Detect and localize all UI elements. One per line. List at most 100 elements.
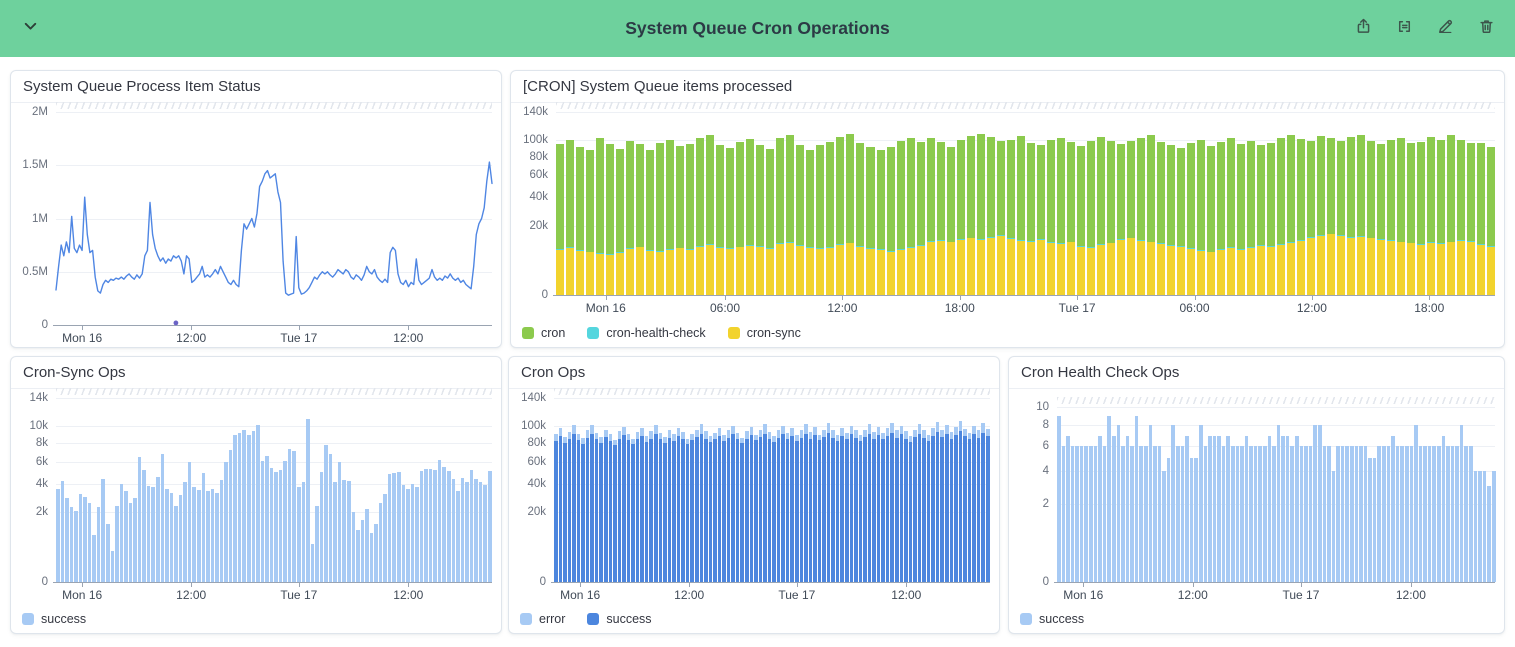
bar[interactable] (1057, 112, 1065, 295)
bar[interactable] (1199, 407, 1203, 582)
bar[interactable] (1377, 407, 1381, 582)
bar[interactable] (616, 112, 624, 295)
bar[interactable] (750, 398, 754, 582)
bar[interactable] (897, 112, 905, 295)
bar[interactable] (1297, 112, 1305, 295)
bar[interactable] (663, 398, 667, 582)
bar[interactable] (1187, 112, 1195, 295)
bar[interactable] (442, 398, 446, 582)
bar[interactable] (1309, 407, 1313, 582)
bar[interactable] (781, 398, 785, 582)
bar[interactable] (329, 398, 333, 582)
bar[interactable] (713, 398, 717, 582)
bar[interactable] (1410, 407, 1414, 582)
bar[interactable] (279, 398, 283, 582)
bar[interactable] (1047, 112, 1055, 295)
bar[interactable] (383, 398, 387, 582)
bar[interactable] (1181, 407, 1185, 582)
bar[interactable] (968, 398, 972, 582)
bar[interactable] (1007, 112, 1015, 295)
bar[interactable] (726, 112, 734, 295)
bar[interactable] (165, 398, 169, 582)
bar[interactable] (1144, 407, 1148, 582)
bar[interactable] (1400, 407, 1404, 582)
bar[interactable] (700, 398, 704, 582)
bar[interactable] (706, 112, 714, 295)
bar[interactable] (115, 398, 119, 582)
bar[interactable] (754, 398, 758, 582)
bar[interactable] (1387, 407, 1391, 582)
bar[interactable] (1341, 407, 1345, 582)
bar[interactable] (559, 398, 563, 582)
bar[interactable] (1194, 407, 1198, 582)
bar[interactable] (745, 398, 749, 582)
bar[interactable] (1428, 407, 1432, 582)
bar[interactable] (1185, 407, 1189, 582)
bar[interactable] (1204, 407, 1208, 582)
bar[interactable] (740, 398, 744, 582)
bar[interactable] (488, 398, 492, 582)
bar[interactable] (420, 398, 424, 582)
bar[interactable] (1117, 407, 1121, 582)
bar[interactable] (686, 398, 690, 582)
bar[interactable] (306, 398, 310, 582)
bar[interactable] (1286, 407, 1290, 582)
bar[interactable] (1158, 407, 1162, 582)
bar[interactable] (736, 398, 740, 582)
bar[interactable] (836, 112, 844, 295)
bar[interactable] (1263, 407, 1267, 582)
bar[interactable] (1227, 112, 1235, 295)
bar[interactable] (850, 398, 854, 582)
bar[interactable] (636, 398, 640, 582)
bar[interactable] (1397, 112, 1405, 295)
bar[interactable] (156, 398, 160, 582)
bar[interactable] (1432, 407, 1436, 582)
bar[interactable] (900, 398, 904, 582)
bar[interactable] (1419, 407, 1423, 582)
bar[interactable] (1332, 407, 1336, 582)
bar[interactable] (1405, 407, 1409, 582)
bar[interactable] (161, 398, 165, 582)
bar[interactable] (868, 398, 872, 582)
bar[interactable] (972, 398, 976, 582)
bar[interactable] (945, 398, 949, 582)
bar[interactable] (1149, 407, 1153, 582)
bar[interactable] (1318, 407, 1322, 582)
bar[interactable] (1323, 407, 1327, 582)
bar[interactable] (274, 398, 278, 582)
bar[interactable] (456, 398, 460, 582)
bar[interactable] (872, 398, 876, 582)
bar[interactable] (238, 398, 242, 582)
bar[interactable] (74, 398, 78, 582)
bar[interactable] (1295, 407, 1299, 582)
bar[interactable] (1084, 407, 1088, 582)
bar[interactable] (392, 398, 396, 582)
bar[interactable] (626, 112, 634, 295)
bar[interactable] (1107, 112, 1115, 295)
bar[interactable] (106, 398, 110, 582)
bar[interactable] (772, 398, 776, 582)
bar[interactable] (1112, 407, 1116, 582)
bar[interactable] (1171, 407, 1175, 582)
bar[interactable] (1442, 407, 1446, 582)
bar[interactable] (1313, 407, 1317, 582)
bar[interactable] (252, 398, 256, 582)
bar[interactable] (333, 398, 337, 582)
bar[interactable] (576, 112, 584, 295)
bar[interactable] (746, 112, 754, 295)
bar[interactable] (736, 112, 744, 295)
bar[interactable] (786, 398, 790, 582)
bar[interactable] (1121, 407, 1125, 582)
bar[interactable] (388, 398, 392, 582)
bar[interactable] (111, 398, 115, 582)
bar[interactable] (433, 398, 437, 582)
bar[interactable] (937, 112, 945, 295)
bar[interactable] (1245, 407, 1249, 582)
bar[interactable] (342, 398, 346, 582)
bar[interactable] (822, 398, 826, 582)
bar[interactable] (813, 398, 817, 582)
bar[interactable] (1359, 407, 1363, 582)
bar[interactable] (763, 398, 767, 582)
bar[interactable] (686, 112, 694, 295)
legend-item-error[interactable]: error (520, 612, 565, 626)
